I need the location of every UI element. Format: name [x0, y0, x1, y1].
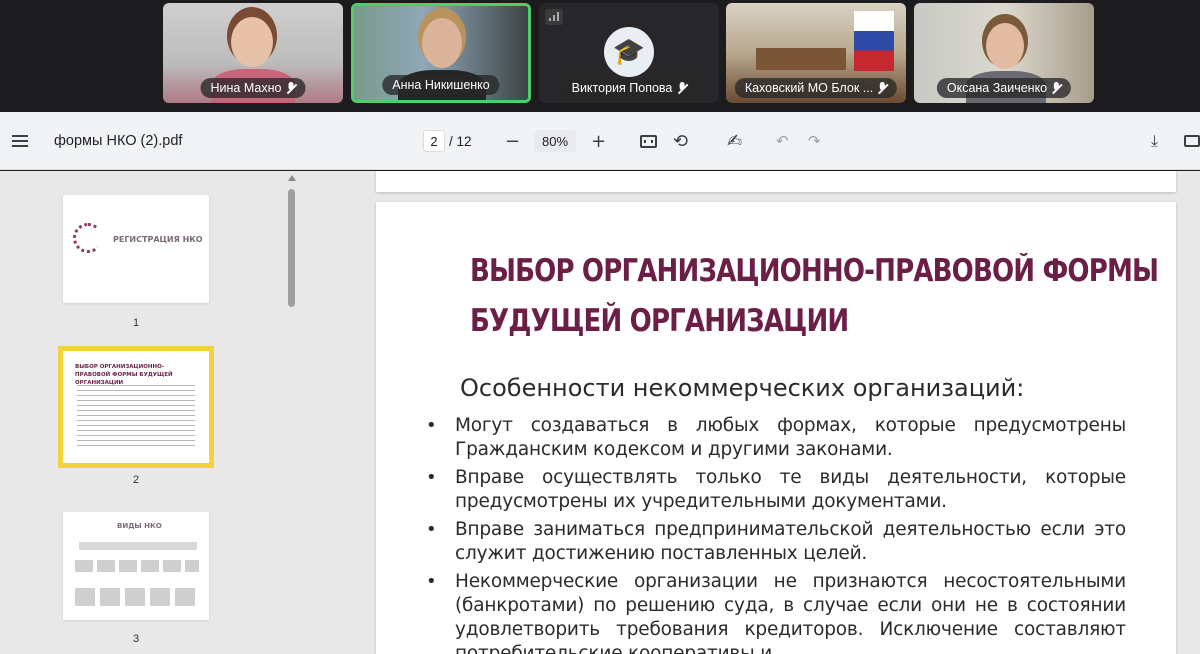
signal-strength-icon — [545, 9, 563, 25]
thumbnail-number: 2 — [132, 474, 140, 486]
pdf-page-2: Выбор организационно-правовой формы буду… — [376, 202, 1176, 654]
fit-page-button[interactable] — [640, 112, 657, 170]
flag — [854, 11, 894, 71]
participant-tile-2[interactable]: Анна Никишенко — [351, 3, 531, 103]
undo-button[interactable]: ↶ — [776, 112, 789, 170]
thumbnail-sidebar[interactable]: РЕГИСТРАЦИЯ НКО 1 ВЫБОР ОРГАНИЗАЦИОННО-П… — [0, 171, 300, 654]
bullet-item: Могут создаваться в любых формах, которы… — [426, 414, 1126, 462]
thumbnail-title: ВИДЫ НКО — [117, 522, 162, 530]
desk — [756, 48, 846, 70]
draw-button[interactable]: ✍ — [727, 112, 742, 170]
file-name: формы НКО (2).pdf — [54, 133, 183, 149]
zoom-in-button[interactable]: + — [591, 112, 606, 170]
thumbnail-page-1[interactable]: РЕГИСТРАЦИЯ НКО — [63, 195, 209, 303]
participant-name: Виктория Попова — [571, 81, 673, 95]
participant-name: Оксана Заиченко — [946, 81, 1048, 95]
logo-ring — [73, 223, 103, 253]
rotate-button[interactable]: ⟲ — [673, 112, 688, 170]
slide-title: Выбор организационно-правовой формы буду… — [470, 253, 1159, 339]
scrollbar-thumb[interactable] — [288, 189, 295, 307]
scroll-up-icon[interactable] — [288, 175, 296, 181]
bullet-list: Могут создаваться в любых формах, которы… — [426, 414, 1126, 654]
participant-name: Нина Махно — [210, 81, 282, 95]
zoom-out-button[interactable]: − — [505, 112, 520, 170]
thumbnail-title: ВЫБОР ОРГАНИЗАЦИОННО-ПРАВОВОЙ ФОРМЫ БУДУ… — [75, 364, 173, 386]
pdf-viewer[interactable]: Выбор организационно-правовой формы буду… — [300, 171, 1200, 654]
thumbnail-page-3[interactable]: ВИДЫ НКО — [63, 512, 209, 620]
participant-name: Анна Никишенко — [392, 78, 490, 92]
mic-muted-icon — [1052, 81, 1061, 95]
thumbnail-number: 1 — [132, 317, 140, 329]
graduation-cap-icon: 🎓 — [604, 27, 654, 77]
print-button[interactable] — [1184, 112, 1200, 170]
redo-icon: ↷ — [808, 132, 821, 150]
slide-subtitle: Особенности некоммерческих организаций: — [460, 374, 1025, 402]
mic-muted-icon — [878, 81, 887, 95]
participant-tile-3[interactable]: 🎓 Виктория Попова — [539, 3, 719, 103]
page-total: / 12 — [449, 133, 472, 149]
thumbnail-text-lines — [77, 385, 195, 449]
participant-name: Каховский МО Блок ... — [744, 81, 874, 95]
thumbnail-title: РЕГИСТРАЦИЯ НКО — [113, 235, 203, 244]
page-number-input[interactable]: 2 — [423, 130, 445, 152]
diagram-row-2 — [75, 588, 199, 606]
mic-muted-icon — [286, 81, 295, 95]
participant-tile-5[interactable]: Оксана Заиченко — [914, 3, 1094, 103]
download-button[interactable]: ⤓ — [1151, 112, 1158, 170]
undo-icon: ↶ — [776, 132, 789, 150]
bullet-item: Вправе осуществлять только те виды деяте… — [426, 466, 1126, 514]
sidebar-scrollbar[interactable] — [287, 171, 297, 654]
fit-page-icon — [640, 134, 657, 148]
pdf-toolbar: формы НКО (2).pdf 2 / 12 − 80% + ⟲ ✍ ↶ ↷… — [0, 112, 1200, 170]
zoom-level[interactable]: 80% — [534, 130, 576, 152]
video-participants-strip: Нина Махно Анна Никишенко 🎓 Виктория Поп… — [0, 0, 1200, 112]
menu-button[interactable] — [12, 112, 28, 170]
menu-icon — [12, 135, 28, 147]
diagram-row-1 — [75, 560, 199, 572]
draw-icon: ✍ — [727, 130, 743, 152]
bullet-item: Некоммерческие организации не признаются… — [426, 570, 1126, 654]
download-icon: ⤓ — [1151, 131, 1159, 150]
mic-muted-icon — [677, 81, 686, 95]
zoom-in-icon: + — [591, 130, 607, 152]
participant-tile-1[interactable]: Нина Махно — [163, 3, 343, 103]
zoom-out-icon: − — [505, 130, 521, 152]
rotate-icon: ⟲ — [673, 130, 689, 152]
redo-button[interactable]: ↷ — [808, 112, 821, 170]
print-icon — [1184, 135, 1200, 147]
bullet-item: Вправе заниматься предпринимательской де… — [426, 518, 1126, 566]
thumbnail-number: 3 — [132, 633, 140, 645]
previous-page — [376, 171, 1176, 192]
participant-tile-4[interactable]: Каховский МО Блок ... — [726, 3, 906, 103]
thumbnail-page-2[interactable]: ВЫБОР ОРГАНИЗАЦИОННО-ПРАВОВОЙ ФОРМЫ БУДУ… — [58, 346, 214, 468]
diagram-header-box — [79, 542, 197, 550]
